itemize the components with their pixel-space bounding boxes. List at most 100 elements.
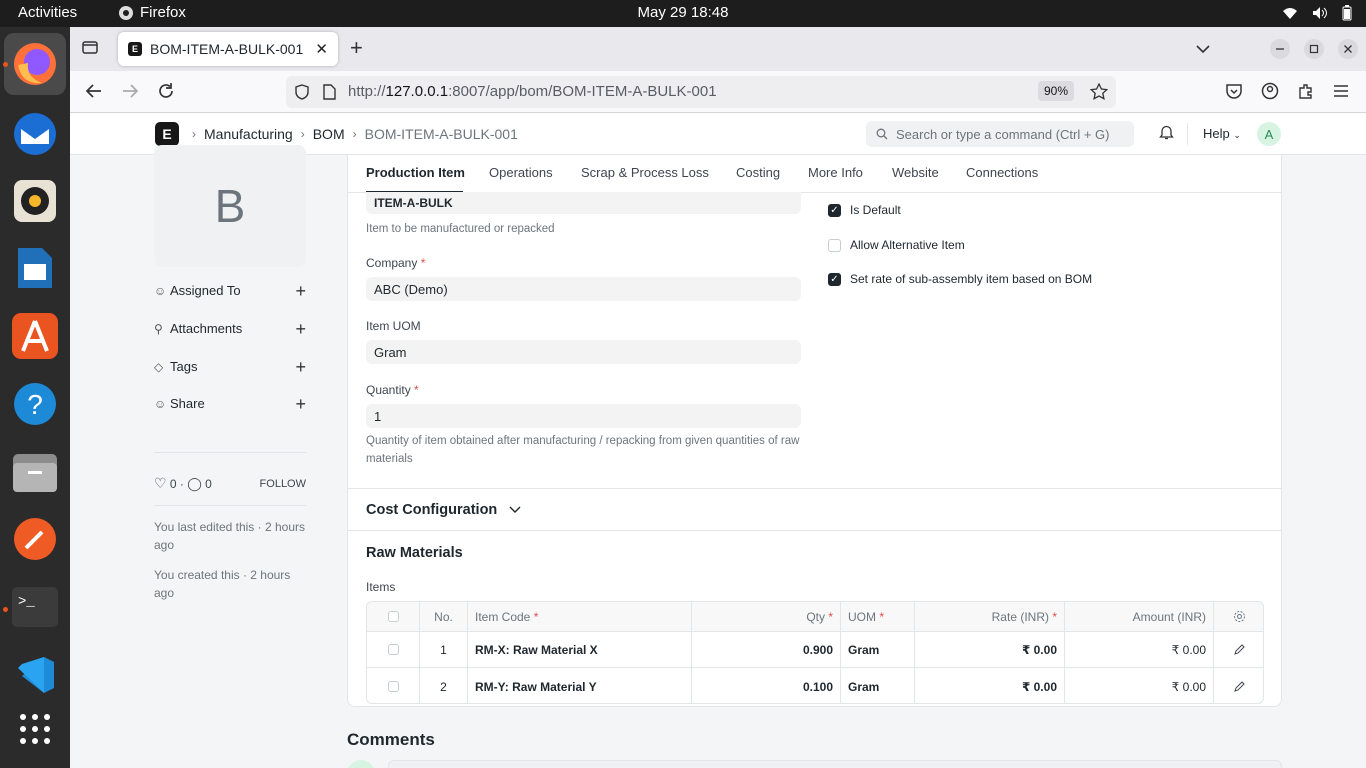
row-item-code[interactable]: RM-Y: Raw Material Y — [468, 668, 692, 703]
reload-icon[interactable] — [157, 82, 175, 104]
awesomebar-search[interactable]: Search or type a command (Ctrl + G) — [866, 121, 1134, 147]
page-info-icon[interactable] — [322, 84, 336, 104]
browser-tab[interactable]: E BOM-ITEM-A-BULK-001 ✕ — [118, 32, 338, 66]
comment-icon[interactable]: ◯ — [187, 476, 202, 492]
item-field[interactable]: ITEM-A-BULK — [366, 192, 801, 214]
app-logo[interactable]: E — [155, 122, 179, 146]
attachments-row[interactable]: ⚲ Attachments + — [154, 320, 306, 338]
add-tag-icon[interactable]: + — [295, 358, 306, 376]
company-field[interactable]: ABC (Demo) — [366, 277, 801, 301]
tags-row[interactable]: ◇ Tags + — [154, 358, 306, 376]
dock-writer[interactable] — [10, 243, 60, 293]
row-checkbox[interactable] — [367, 632, 420, 667]
system-tray[interactable] — [1282, 5, 1352, 21]
url-bar[interactable]: http://127.0.0.1:8007/app/bom/BOM-ITEM-A… — [286, 76, 1116, 108]
table-row[interactable]: 2 RM-Y: Raw Material Y 0.100 Gram ₹ 0.00… — [367, 668, 1263, 703]
maximize-icon[interactable] — [1304, 39, 1324, 63]
row-item-code[interactable]: RM-X: Raw Material X — [468, 632, 692, 667]
cost-configuration-section[interactable]: Cost Configuration — [366, 502, 521, 518]
comment-count: 0 — [205, 476, 212, 491]
col-amount: Amount (INR) — [1065, 602, 1214, 631]
tab-overview-icon[interactable] — [82, 39, 98, 59]
url-text[interactable]: http://127.0.0.1:8007/app/bom/BOM-ITEM-A… — [348, 83, 717, 100]
account-icon[interactable] — [1261, 82, 1279, 104]
column-settings-gear-icon[interactable] — [1214, 602, 1263, 631]
follow-button[interactable]: FOLLOW — [260, 478, 306, 490]
pocket-icon[interactable] — [1225, 82, 1243, 104]
dock-postman[interactable] — [10, 514, 60, 564]
list-tabs-icon[interactable] — [1196, 38, 1210, 58]
tab-scrap-process-loss[interactable]: Scrap & Process Loss — [581, 165, 709, 180]
form-tabs: Production Item Operations Scrap & Proce… — [348, 155, 1281, 193]
shield-icon[interactable] — [294, 84, 310, 104]
row-rate[interactable]: ₹ 0.00 — [915, 668, 1065, 703]
dock-help[interactable]: ? — [10, 379, 60, 429]
activities-button[interactable]: Activities — [18, 4, 77, 21]
share-row[interactable]: ☺ Share + — [154, 395, 306, 413]
dock-app-center[interactable] — [10, 311, 60, 361]
svg-text:?: ? — [27, 389, 43, 420]
help-dropdown[interactable]: Help ⌄ — [1203, 126, 1241, 141]
quantity-field[interactable]: 1 — [366, 404, 801, 428]
row-rate[interactable]: ₹ 0.00 — [915, 632, 1065, 667]
page-content: E › Manufacturing › BOM › BOM-ITEM-A-BUL… — [70, 113, 1366, 768]
add-attachment-icon[interactable]: + — [295, 320, 306, 338]
user-avatar[interactable]: A — [1257, 122, 1281, 146]
bookmark-star-icon[interactable] — [1089, 82, 1109, 105]
edit-row-pencil-icon[interactable] — [1214, 632, 1263, 667]
browser-nav-bar: http://127.0.0.1:8007/app/bom/BOM-ITEM-A… — [70, 71, 1366, 113]
firefox-icon — [119, 5, 133, 20]
checkbox-unchecked-icon[interactable] — [828, 238, 841, 252]
close-window-icon[interactable] — [1338, 39, 1358, 63]
dock: ? >_ — [0, 27, 70, 768]
dock-rhythmbox[interactable] — [10, 176, 60, 226]
document-image-placeholder[interactable]: B — [154, 145, 306, 267]
row-qty[interactable]: 0.900 — [692, 632, 841, 667]
forward-icon[interactable] — [121, 82, 139, 104]
breadcrumb-bom[interactable]: BOM — [313, 126, 345, 142]
checkbox-checked-icon[interactable]: ✓ — [828, 203, 841, 217]
dock-vscode[interactable] — [10, 650, 60, 700]
new-tab-icon[interactable]: + — [350, 37, 363, 59]
menu-icon[interactable] — [1333, 82, 1349, 102]
checkbox-checked-icon[interactable]: ✓ — [828, 272, 841, 286]
set-rate-sub-assembly-checkbox[interactable]: ✓ Set rate of sub-assembly item based on … — [828, 272, 1092, 286]
comment-input[interactable] — [388, 760, 1282, 768]
back-icon[interactable] — [85, 82, 103, 104]
comments-heading: Comments — [347, 730, 435, 749]
tab-costing[interactable]: Costing — [736, 165, 780, 180]
dock-terminal[interactable]: >_ — [10, 582, 60, 632]
row-checkbox[interactable] — [367, 668, 420, 703]
heart-icon[interactable]: ♡ — [154, 475, 167, 492]
row-uom[interactable]: Gram — [841, 632, 915, 667]
clock[interactable]: May 29 18:48 — [638, 4, 729, 21]
show-apps-button[interactable] — [10, 704, 60, 754]
extensions-icon[interactable] — [1297, 82, 1315, 104]
zoom-level[interactable]: 90% — [1038, 81, 1075, 101]
minimize-icon[interactable] — [1270, 39, 1290, 63]
tab-production-item[interactable]: Production Item — [366, 165, 465, 180]
add-assignment-icon[interactable]: + — [295, 282, 306, 300]
tab-connections[interactable]: Connections — [966, 165, 1038, 180]
dock-thunderbird[interactable] — [10, 109, 60, 159]
add-share-icon[interactable]: + — [295, 395, 306, 413]
select-all-checkbox[interactable] — [367, 602, 420, 631]
edit-row-pencil-icon[interactable] — [1214, 668, 1263, 703]
app-menu[interactable]: Firefox — [118, 4, 186, 21]
breadcrumb-manufacturing[interactable]: Manufacturing — [204, 126, 293, 142]
is-default-checkbox[interactable]: ✓ Is Default — [828, 203, 901, 217]
tab-operations[interactable]: Operations — [489, 165, 553, 180]
uom-field[interactable]: Gram — [366, 340, 801, 364]
allow-alternative-checkbox[interactable]: Allow Alternative Item — [828, 238, 965, 252]
row-qty[interactable]: 0.100 — [692, 668, 841, 703]
dock-files[interactable] — [10, 447, 60, 497]
notifications-bell-icon[interactable] — [1159, 124, 1174, 144]
tab-close-icon[interactable]: ✕ — [315, 40, 328, 58]
assigned-to-row[interactable]: ☺ Assigned To + — [154, 282, 306, 300]
row-uom[interactable]: Gram — [841, 668, 915, 703]
tab-more-info[interactable]: More Info — [808, 165, 863, 180]
form-card: Production Item Operations Scrap & Proce… — [347, 155, 1282, 707]
dock-firefox[interactable] — [4, 33, 66, 95]
tab-website[interactable]: Website — [892, 165, 939, 180]
table-row[interactable]: 1 RM-X: Raw Material X 0.900 Gram ₹ 0.00… — [367, 632, 1263, 668]
